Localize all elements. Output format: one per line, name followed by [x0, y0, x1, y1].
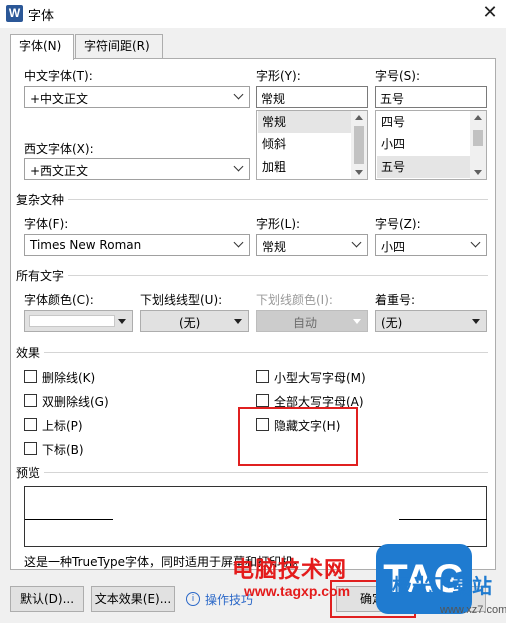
divider	[16, 352, 488, 353]
list-item[interactable]: 五号	[377, 156, 470, 178]
underline-color-label: 下划线颜色(I):	[256, 293, 333, 307]
chevron-down-icon	[231, 159, 247, 179]
subscript-checkbox[interactable]	[24, 442, 37, 455]
size-list[interactable]: 四号 小四 五号	[375, 110, 487, 180]
dropdown-arrow-icon	[114, 311, 130, 331]
preview-box	[24, 486, 487, 547]
size-input-value: 五号	[380, 92, 405, 106]
chevron-down-icon	[231, 235, 247, 255]
western-font-value: +西文正文	[30, 164, 89, 178]
list-item[interactable]: 加粗	[258, 156, 351, 178]
close-icon[interactable]: ✕	[478, 2, 502, 24]
emphasis-combo[interactable]: (无)	[375, 310, 487, 332]
dialog-title: 字体	[28, 9, 55, 24]
complex-font-label: 字体(F):	[24, 217, 69, 231]
scrollbar-thumb[interactable]	[354, 126, 364, 164]
preview-baseline-left	[25, 519, 113, 520]
list-item[interactable]: 常规	[258, 111, 351, 133]
western-font-combo[interactable]: +西文正文	[24, 158, 250, 180]
underline-color-value: 自动	[293, 316, 318, 330]
font-color-label: 字体颜色(C):	[24, 293, 94, 307]
style-label: 字形(Y):	[256, 69, 301, 83]
complex-size-label: 字号(Z):	[375, 217, 421, 231]
tips-icon[interactable]: i	[186, 592, 200, 606]
chinese-font-value: +中文正文	[30, 92, 89, 106]
list-item[interactable]: 四号	[377, 111, 470, 133]
divider	[16, 199, 488, 200]
chevron-down-icon	[468, 235, 484, 255]
default-button[interactable]: 默认(D)...	[10, 586, 84, 612]
dropdown-arrow-icon	[468, 311, 484, 331]
scroll-up-icon[interactable]	[355, 115, 363, 120]
wps-writer-icon: W	[6, 5, 23, 22]
size-input[interactable]: 五号	[375, 86, 487, 108]
double-strikethrough-label[interactable]: 双删除线(G)	[42, 393, 109, 410]
divider	[16, 472, 488, 473]
complex-size-value: 小四	[381, 240, 406, 254]
size-label: 字号(S):	[375, 69, 421, 83]
tag-site-name: 极光下载站	[392, 574, 492, 598]
complex-font-value: Times New Roman	[30, 238, 142, 252]
chevron-down-icon	[231, 87, 247, 107]
subscript-label[interactable]: 下标(B)	[42, 441, 84, 458]
preview-baseline-right	[399, 519, 487, 520]
superscript-label[interactable]: 上标(P)	[42, 417, 83, 434]
dropdown-arrow-icon	[230, 311, 246, 331]
color-swatch	[29, 315, 115, 327]
chinese-font-label: 中文字体(T):	[24, 69, 93, 83]
underline-style-value: (无)	[179, 316, 201, 330]
small-caps-checkbox[interactable]	[256, 370, 269, 383]
divider	[16, 275, 488, 276]
font-color-picker[interactable]	[24, 310, 133, 332]
tag-site-url: www.xz7.com	[440, 604, 506, 616]
style-input[interactable]: 常规	[256, 86, 368, 108]
preview-group-label: 预览	[16, 464, 45, 481]
dropdown-arrow-icon	[349, 311, 365, 331]
western-font-label: 西文字体(X):	[24, 142, 94, 156]
tab-font[interactable]: 字体(N)	[10, 34, 74, 60]
list-item[interactable]: 小四	[377, 133, 470, 155]
watermark-site-name: 电脑技术网	[232, 558, 348, 583]
superscript-checkbox[interactable]	[24, 418, 37, 431]
underline-style-label: 下划线线型(U):	[140, 293, 223, 307]
size-list-scrollbar[interactable]	[470, 111, 486, 179]
scrollbar-thumb[interactable]	[473, 130, 483, 146]
emphasis-value: (无)	[381, 316, 403, 330]
scroll-down-icon[interactable]	[355, 170, 363, 175]
underline-style-combo[interactable]: (无)	[140, 310, 249, 332]
strikethrough-checkbox[interactable]	[24, 370, 37, 383]
complex-font-combo[interactable]: Times New Roman	[24, 234, 250, 256]
double-strikethrough-checkbox[interactable]	[24, 394, 37, 407]
complex-size-combo[interactable]: 小四	[375, 234, 487, 256]
complex-style-value: 常规	[262, 240, 287, 254]
tab-char-spacing[interactable]: 字符间距(R)	[75, 34, 163, 58]
watermark-site-url: www.tagxp.com	[244, 583, 351, 599]
complex-style-label: 字形(L):	[256, 217, 301, 231]
scroll-up-icon[interactable]	[474, 115, 482, 120]
small-caps-label[interactable]: 小型大写字母(M)	[274, 369, 366, 386]
style-input-value: 常规	[261, 92, 286, 106]
title-bar	[0, 0, 506, 28]
underline-color-combo: 自动	[256, 310, 368, 332]
complex-script-group-label: 复杂文种	[16, 191, 69, 208]
list-item[interactable]: 倾斜	[258, 133, 351, 155]
chinese-font-combo[interactable]: +中文正文	[24, 86, 250, 108]
style-list-scrollbar[interactable]	[351, 111, 367, 179]
highlight-box	[238, 407, 358, 466]
effects-group-label: 效果	[16, 344, 45, 361]
chevron-down-icon	[349, 235, 365, 255]
style-list[interactable]: 常规 倾斜 加粗	[256, 110, 368, 180]
all-text-group-label: 所有文字	[16, 267, 69, 284]
complex-style-combo[interactable]: 常规	[256, 234, 368, 256]
text-effects-button[interactable]: 文本效果(E)...	[91, 586, 175, 612]
all-caps-checkbox[interactable]	[256, 394, 269, 407]
scroll-down-icon[interactable]	[474, 170, 482, 175]
strikethrough-label[interactable]: 删除线(K)	[42, 369, 95, 386]
emphasis-label: 着重号:	[375, 293, 416, 307]
